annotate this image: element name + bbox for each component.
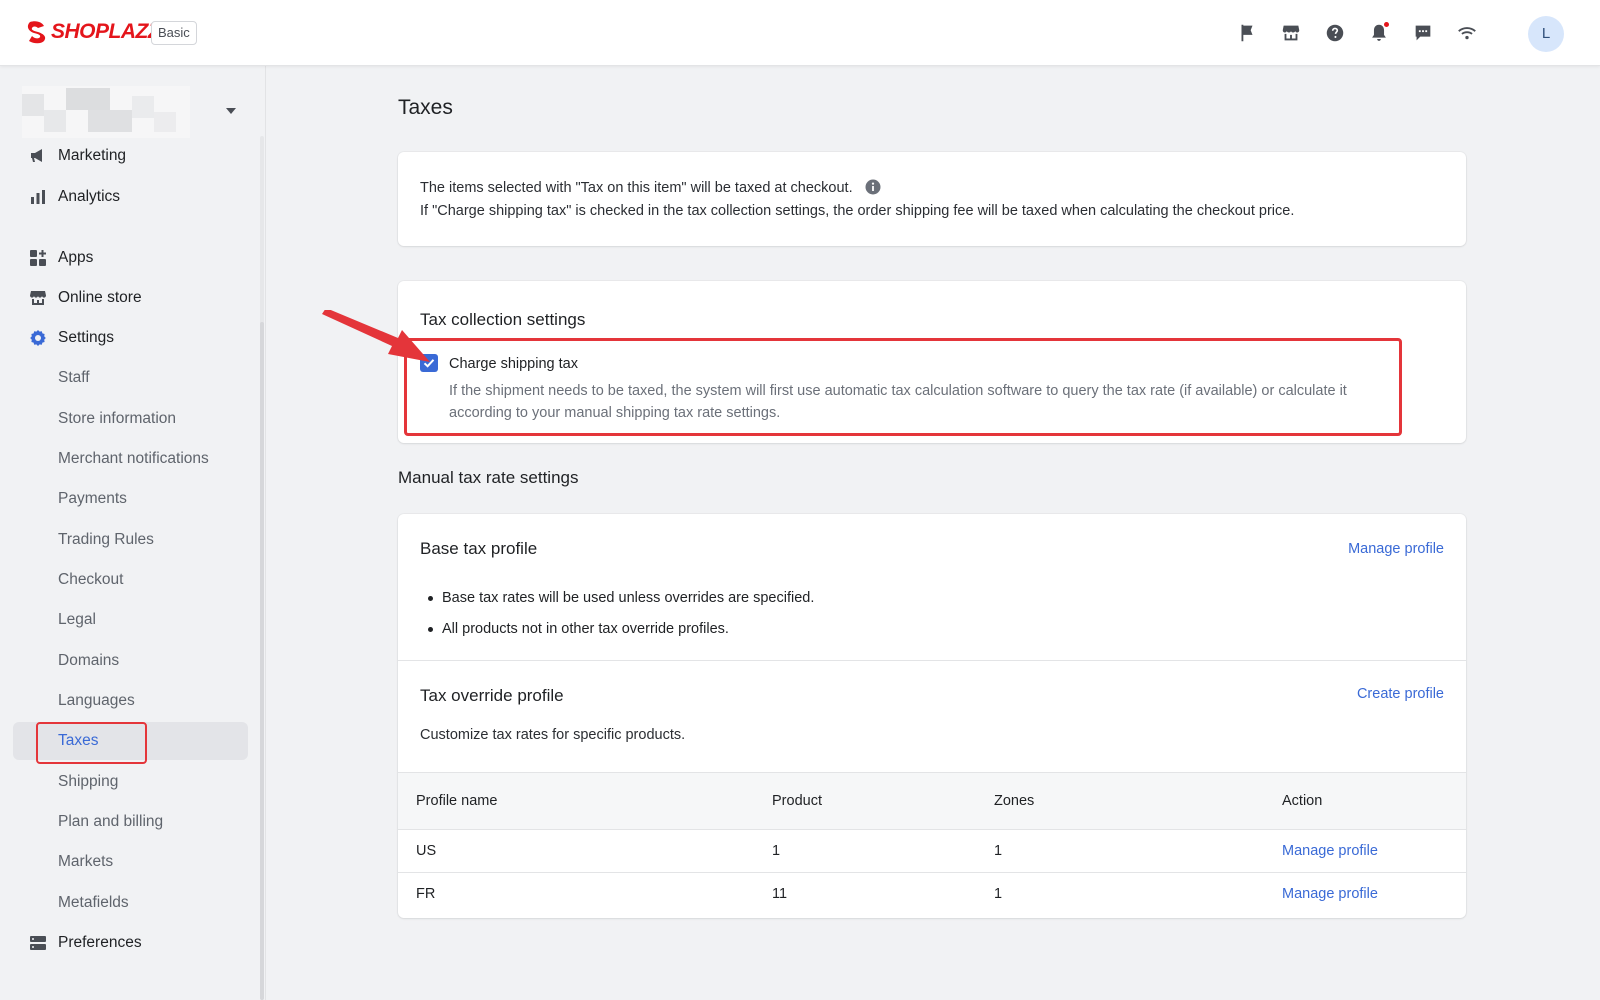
sidebar-item-label: Marketing	[58, 147, 127, 164]
sidebar-item-label: Languages	[58, 692, 135, 709]
sidebar-item-legal[interactable]: Legal	[13, 601, 248, 639]
sidebar-item-label: Domains	[58, 652, 120, 669]
chat-icon[interactable]	[1412, 22, 1434, 44]
sidebar-item-label: Staff	[58, 369, 90, 386]
sidebar-item-domains[interactable]: Domains	[13, 642, 248, 680]
plan-badge: Basic	[151, 21, 197, 45]
notification-bell-icon[interactable]	[1368, 22, 1390, 44]
base-manage-profile-link[interactable]: Manage profile	[1348, 541, 1444, 557]
base-profile-title: Base tax profile	[420, 539, 538, 558]
tax-info-card: The items selected with "Tax on this ite…	[398, 152, 1466, 246]
chevron-down-icon	[226, 108, 236, 114]
sidebar-item-markets[interactable]: Markets	[13, 843, 248, 881]
sidebar-item-label: Payments	[58, 490, 127, 507]
sidebar-item-plan-and-billing[interactable]: Plan and billing	[13, 803, 248, 841]
column-header-action: Action	[1282, 793, 1323, 809]
info-icon[interactable]	[865, 179, 881, 195]
sidebar-item-label: Apps	[58, 249, 94, 266]
sidebar-item-languages[interactable]: Languages	[13, 682, 248, 720]
sidebar-item-analytics[interactable]: Analytics	[13, 178, 248, 216]
tax-collection-title: Tax collection settings	[420, 310, 586, 329]
row-manage-profile-link[interactable]: Manage profile	[1282, 886, 1378, 902]
page-title: Taxes	[398, 96, 453, 119]
create-profile-link[interactable]: Create profile	[1357, 686, 1444, 702]
sidebar-scrollbar[interactable]	[260, 322, 264, 1000]
sidebar-item-label: Settings	[58, 329, 115, 346]
store-switcher[interactable]	[22, 86, 246, 138]
store-name-blurred	[22, 86, 190, 138]
user-avatar[interactable]: L	[1528, 16, 1564, 52]
info-line-2: If "Charge shipping tax" is checked in t…	[420, 203, 1295, 219]
sidebar-item-store-information[interactable]: Store information	[13, 400, 248, 438]
sidebar-item-metafields[interactable]: Metafields	[13, 884, 248, 922]
sidebar-item-checkout[interactable]: Checkout	[13, 561, 248, 599]
sidebar-item-staff[interactable]: Staff	[13, 359, 248, 397]
sidebar-item-label: Trading Rules	[58, 531, 154, 548]
row-manage-profile-link[interactable]: Manage profile	[1282, 843, 1378, 859]
sidebar-item-label: Plan and billing	[58, 813, 164, 830]
sidebar: Marketing Analytics Apps Online store Se…	[0, 66, 266, 1000]
sidebar-item-payments[interactable]: Payments	[13, 480, 248, 518]
sidebar-item-preferences[interactable]: Preferences	[13, 924, 248, 962]
cell-profile-name: FR	[416, 886, 436, 902]
column-header-profile-name: Profile name	[416, 793, 498, 809]
sidebar-item-label: Store information	[58, 410, 177, 427]
megaphone-icon	[29, 147, 47, 165]
column-header-product: Product	[772, 793, 822, 809]
tax-collection-card: Tax collection settings Charge shipping …	[398, 281, 1466, 443]
cell-zones: 1	[994, 843, 1003, 859]
divider	[398, 660, 1466, 661]
sidebar-item-label: Shipping	[58, 773, 119, 790]
help-icon[interactable]	[1324, 22, 1346, 44]
bar-chart-icon	[29, 188, 47, 206]
charge-shipping-tax-checkbox[interactable]	[420, 354, 438, 372]
info-line-1: The items selected with "Tax on this ite…	[420, 179, 881, 196]
sidebar-item-label: Legal	[58, 611, 96, 628]
cell-profile-name: US	[416, 843, 437, 859]
apps-icon	[29, 249, 47, 267]
gear-icon	[29, 329, 47, 347]
tax-profiles-card: Base tax profile Manage profile Base tax…	[398, 514, 1466, 918]
sidebar-item-label: Merchant notifications	[58, 450, 209, 467]
checkmark-icon	[423, 359, 435, 368]
list-item: All products not in other tax override p…	[420, 619, 814, 650]
table-row: FR 11 1 Manage profile	[398, 873, 1466, 916]
sidebar-item-label: Metafields	[58, 894, 129, 911]
column-header-zones: Zones	[994, 793, 1035, 809]
shoplazza-logo-icon	[27, 21, 46, 44]
sidebar-item-merchant-notifications[interactable]: Merchant notifications	[13, 440, 248, 478]
sidebar-item-shipping[interactable]: Shipping	[13, 763, 248, 801]
flag-icon[interactable]	[1236, 22, 1258, 44]
cell-product: 1	[772, 843, 781, 859]
sidebar-item-label: Analytics	[58, 188, 121, 205]
wifi-icon[interactable]	[1456, 22, 1478, 44]
preferences-icon	[29, 934, 47, 952]
sidebar-item-label: Taxes	[58, 732, 99, 749]
sidebar-item-taxes[interactable]: Taxes	[13, 722, 248, 760]
storefront-icon	[29, 289, 47, 307]
manual-tax-section-title: Manual tax rate settings	[398, 468, 579, 487]
cell-zones: 1	[994, 886, 1003, 902]
sidebar-item-apps[interactable]: Apps	[13, 239, 248, 277]
table-header: Profile name Product Zones Action	[398, 772, 1466, 830]
notification-dot	[1384, 22, 1389, 27]
sidebar-item-label: Checkout	[58, 571, 124, 588]
sidebar-item-settings[interactable]: Settings	[13, 319, 248, 357]
sidebar-item-label: Preferences	[58, 934, 142, 951]
charge-shipping-tax-label[interactable]: Charge shipping tax	[449, 356, 578, 372]
table-row: US 1 1 Manage profile	[398, 830, 1466, 873]
override-profile-description: Customize tax rates for specific product…	[420, 727, 686, 743]
list-item: Base tax rates will be used unless overr…	[420, 588, 814, 619]
top-bar: SHOPLAZZA Basic L	[0, 0, 1600, 66]
sidebar-item-label: Markets	[58, 853, 114, 870]
sidebar-item-online-store[interactable]: Online store	[13, 279, 248, 317]
cell-product: 11	[772, 886, 788, 902]
base-profile-bullets: Base tax rates will be used unless overr…	[420, 588, 814, 650]
charge-shipping-tax-help: If the shipment needs to be taxed, the s…	[449, 383, 1347, 421]
override-profile-title: Tax override profile	[420, 686, 564, 705]
sidebar-item-marketing[interactable]: Marketing	[13, 137, 248, 175]
sidebar-item-label: Online store	[58, 289, 142, 306]
store-icon[interactable]	[1280, 22, 1302, 44]
sidebar-item-trading-rules[interactable]: Trading Rules	[13, 521, 248, 559]
